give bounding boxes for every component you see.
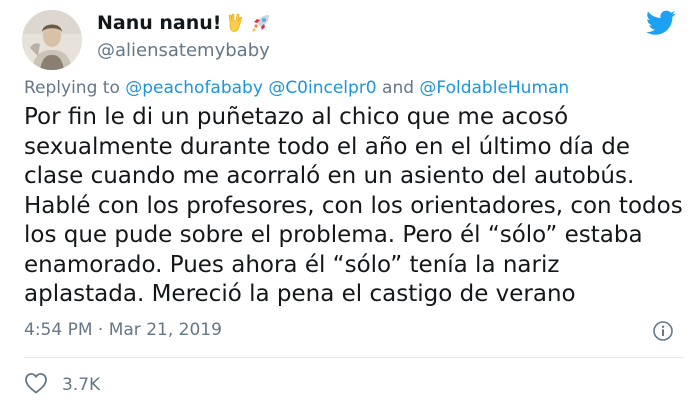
tweet-timestamp[interactable]: 4:54 PM · Mar 21, 2019 — [24, 320, 222, 340]
rocket-icon — [251, 13, 271, 33]
reply-context: Replying to @peachofababy @C0incelpr0 an… — [24, 78, 569, 98]
avatar[interactable] — [22, 10, 82, 70]
twitter-logo-icon[interactable] — [646, 10, 676, 40]
tweet-card: Nanu nanu! @aliensatemybaby Replying to … — [0, 0, 700, 410]
author-display-name[interactable]: Nanu nanu! — [97, 12, 221, 34]
divider — [24, 357, 684, 358]
like-button[interactable]: 3.7K — [24, 372, 100, 398]
mention-link-foldablehuman[interactable]: @FoldableHuman — [419, 78, 569, 98]
author-handle[interactable]: @aliensatemybaby — [97, 40, 270, 61]
tweet-text: Por fin le di un puñetazo al chico que m… — [24, 104, 683, 307]
mention-link-c0incelpr0[interactable]: @C0incelpr0 — [268, 78, 376, 98]
vulcan-salute-icon — [227, 13, 245, 33]
mention-link-peachofababy[interactable]: @peachofababy — [125, 78, 263, 98]
heart-icon[interactable] — [24, 372, 48, 398]
reply-prefix: Replying to — [24, 78, 120, 98]
like-count: 3.7K — [62, 375, 101, 395]
reply-conjunction: and — [382, 78, 415, 98]
info-icon[interactable] — [652, 320, 674, 346]
author-display-name-row[interactable]: Nanu nanu! — [97, 12, 271, 34]
